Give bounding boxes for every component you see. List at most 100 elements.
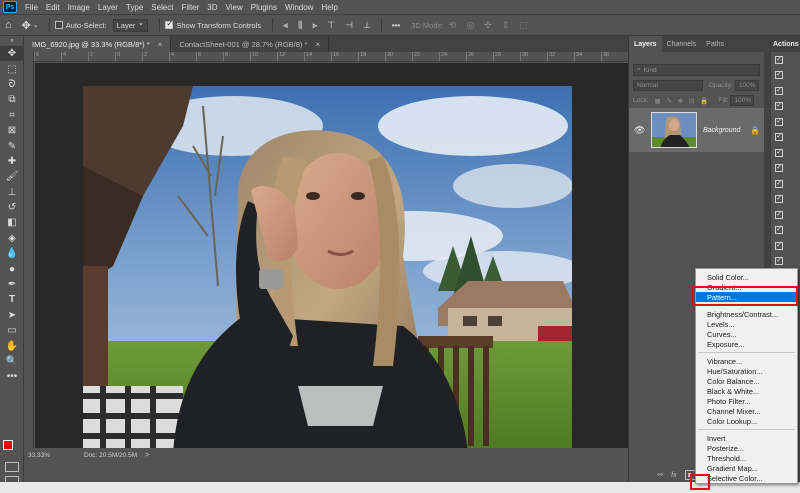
- move-tool-icon[interactable]: ✥: [22, 19, 31, 32]
- 3d-roll-icon[interactable]: ◎: [466, 20, 474, 31]
- checkmark-icon[interactable]: ✓: [775, 195, 783, 204]
- menu-item-levels[interactable]: Levels...: [696, 319, 797, 329]
- tab-img-6920[interactable]: IMG_6920.jpg @ 33.3% (RGB/8*) * ×: [24, 36, 172, 52]
- foreground-color-swatch[interactable]: [3, 440, 13, 450]
- checkmark-icon[interactable]: ✓: [775, 71, 783, 80]
- auto-select-checkbox[interactable]: Auto-Select:: [54, 21, 107, 30]
- zoom-tool-icon[interactable]: 🔍: [0, 354, 24, 369]
- chevron-down-icon[interactable]: ⌄: [33, 21, 39, 29]
- brush-tool-icon[interactable]: 🖌: [0, 169, 24, 184]
- tab-paths[interactable]: Paths: [701, 36, 729, 52]
- checkmark-icon[interactable]: ✓: [775, 102, 783, 111]
- action-row[interactable]: ✓: [771, 114, 800, 130]
- actions-title[interactable]: Actions: [771, 36, 800, 52]
- type-tool-icon[interactable]: T: [0, 292, 24, 307]
- 3d-pan-icon[interactable]: ✣: [484, 20, 492, 31]
- checkmark-icon[interactable]: ✓: [775, 241, 783, 250]
- action-row[interactable]: ✓: [771, 207, 800, 223]
- marquee-tool-icon[interactable]: ⬚: [0, 61, 24, 76]
- show-transform-checkbox[interactable]: Show Transform Controls: [165, 19, 261, 30]
- blur-tool-icon[interactable]: 💧: [0, 246, 24, 261]
- more-tools-icon[interactable]: •••: [0, 369, 24, 384]
- checkmark-icon[interactable]: ✓: [775, 133, 783, 142]
- menu-item-gradient-map[interactable]: Gradient Map...: [696, 463, 797, 473]
- hand-tool-icon[interactable]: ✋: [0, 338, 24, 353]
- menu-item-selective-color[interactable]: Selective Color...: [696, 473, 797, 483]
- menu-type[interactable]: Type: [122, 3, 147, 12]
- action-row[interactable]: ✓: [771, 145, 800, 161]
- menu-item-color-balance[interactable]: Color Balance...: [696, 376, 797, 386]
- close-icon[interactable]: ×: [158, 40, 163, 49]
- checkmark-icon[interactable]: ✓: [775, 117, 783, 126]
- status-menu-button[interactable]: >: [145, 452, 149, 459]
- menu-item-vibrance[interactable]: Vibrance...: [696, 356, 797, 366]
- paint-bucket-tool-icon[interactable]: ◈: [0, 231, 24, 246]
- eraser-tool-icon[interactable]: ◧: [0, 215, 24, 230]
- more-options-icon[interactable]: •••: [392, 21, 400, 30]
- menu-3d[interactable]: 3D: [203, 3, 221, 12]
- menu-item-brightness-contrast[interactable]: Brightness/Contrast...: [696, 309, 797, 319]
- checkmark-icon[interactable]: ✓: [775, 257, 783, 266]
- menu-item-channel-mixer[interactable]: Channel Mixer...: [696, 406, 797, 416]
- history-brush-tool-icon[interactable]: ↺: [0, 200, 24, 215]
- checkmark-icon[interactable]: ✓: [775, 164, 783, 173]
- checkmark-icon[interactable]: ✓: [775, 148, 783, 157]
- action-row[interactable]: ✓: [771, 52, 800, 68]
- 3d-slide-icon[interactable]: ⇕: [502, 20, 510, 31]
- fx-icon[interactable]: fx: [671, 472, 676, 479]
- layer-row-background[interactable]: 👁 Background 🔒: [629, 108, 764, 152]
- action-row[interactable]: ✓: [771, 223, 800, 239]
- align-right-icon[interactable]: ⫸: [312, 20, 317, 31]
- menu-view[interactable]: View: [222, 3, 247, 12]
- 3d-rotate-icon[interactable]: ⟲: [449, 20, 457, 31]
- checkmark-icon[interactable]: ✓: [775, 55, 783, 64]
- layer-name[interactable]: Background: [703, 127, 740, 134]
- lasso-tool-icon[interactable]: ᘐ: [0, 77, 24, 92]
- menu-image[interactable]: Image: [64, 3, 94, 12]
- menu-item-exposure[interactable]: Exposure...: [696, 339, 797, 349]
- frame-tool-icon[interactable]: ⊠: [0, 123, 24, 138]
- path-selection-tool-icon[interactable]: ➤: [0, 308, 24, 323]
- quick-mask-icon[interactable]: [5, 462, 19, 472]
- crop-tool-icon[interactable]: ⌗: [0, 108, 24, 123]
- align-left-icon[interactable]: ⫷: [283, 20, 288, 31]
- link-layers-icon[interactable]: ⚯: [657, 471, 663, 479]
- 3d-scale-icon[interactable]: ⬚: [519, 20, 528, 31]
- menu-item-posterize[interactable]: Posterize...: [696, 443, 797, 453]
- action-row[interactable]: ✓: [771, 130, 800, 146]
- tab-contact-sheet[interactable]: ContactSheet-001 @ 28.7% (RGB/8) * ×: [171, 36, 330, 52]
- menu-edit[interactable]: Edit: [42, 3, 64, 12]
- blend-mode-select[interactable]: Normal: [633, 80, 703, 91]
- checkmark-icon[interactable]: ✓: [775, 86, 783, 95]
- collapse-icon[interactable]: »: [0, 36, 24, 46]
- auto-select-dropdown[interactable]: Layer: [112, 18, 149, 32]
- checkmark-icon[interactable]: ✓: [775, 226, 783, 235]
- action-row[interactable]: ✓: [771, 176, 800, 192]
- menu-plugins[interactable]: Plugins: [247, 3, 281, 12]
- healing-brush-tool-icon[interactable]: ✚: [0, 154, 24, 169]
- menu-filter[interactable]: Filter: [178, 3, 204, 12]
- eyedropper-tool-icon[interactable]: ✎: [0, 138, 24, 153]
- checkbox-checked-icon[interactable]: [165, 19, 174, 29]
- action-row[interactable]: ✓: [771, 68, 800, 84]
- lock-icons[interactable]: ▦ ✎ ✥ ⊡ 🔒: [655, 97, 711, 105]
- menu-help[interactable]: Help: [317, 3, 341, 12]
- action-row[interactable]: ✓: [771, 161, 800, 177]
- dodge-tool-icon[interactable]: ●: [0, 261, 24, 276]
- checkmark-icon[interactable]: ✓: [775, 179, 783, 188]
- action-row[interactable]: ✓: [771, 192, 800, 208]
- action-row[interactable]: ✓: [771, 99, 800, 115]
- menu-item-hue-saturation[interactable]: Hue/Saturation...: [696, 366, 797, 376]
- fill-field[interactable]: 100%: [730, 95, 755, 106]
- canvas-area[interactable]: [35, 63, 628, 453]
- menu-item-curves[interactable]: Curves...: [696, 329, 797, 339]
- checkbox-icon[interactable]: [54, 21, 63, 29]
- menu-item-photo-filter[interactable]: Photo Filter...: [696, 396, 797, 406]
- align-bottom-icon[interactable]: ⊥: [363, 20, 371, 31]
- menu-layer[interactable]: Layer: [94, 3, 122, 12]
- color-swatches[interactable]: [3, 440, 19, 456]
- action-row[interactable]: ✓: [771, 238, 800, 254]
- menu-item-invert[interactable]: Invert: [696, 433, 797, 443]
- layer-filter-kind[interactable]: ⌕ Kind: [633, 64, 760, 76]
- eye-icon[interactable]: 👁: [634, 125, 648, 136]
